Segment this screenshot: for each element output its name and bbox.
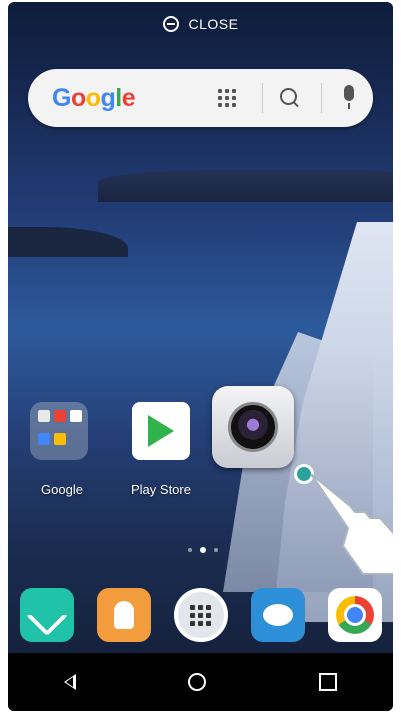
camera-icon — [212, 386, 294, 468]
apps-grid-icon[interactable] — [218, 89, 236, 107]
divider — [321, 83, 322, 113]
page-dot — [214, 548, 218, 552]
microphone-icon[interactable] — [344, 85, 354, 109]
camera-lens — [228, 402, 278, 452]
dock — [8, 580, 393, 650]
google-folder[interactable]: Google — [30, 402, 94, 497]
page-dot — [188, 548, 192, 552]
play-store-app[interactable]: Play Store — [126, 402, 196, 497]
chrome-icon[interactable] — [327, 588, 382, 642]
hand-pointer-icon — [310, 473, 393, 575]
home-icon[interactable] — [188, 673, 207, 691]
phone-icon[interactable] — [19, 588, 74, 642]
search-icon[interactable] — [280, 88, 297, 105]
google-search-widget[interactable]: Google — [28, 69, 373, 127]
close-label: CLOSE — [188, 16, 239, 32]
navigation-bar — [8, 653, 393, 711]
back-icon[interactable] — [64, 674, 77, 690]
wallpaper-ridge — [98, 170, 393, 202]
play-triangle — [148, 415, 174, 447]
page-indicator — [188, 547, 218, 553]
camera-app[interactable] — [212, 386, 294, 468]
close-bar[interactable]: CLOSE — [8, 16, 393, 32]
google-logo: Google — [52, 83, 136, 112]
divider — [262, 83, 263, 113]
app-drawer-icon[interactable] — [173, 588, 228, 642]
close-icon — [162, 16, 179, 32]
wallpaper-island — [8, 227, 128, 257]
app-label: Play Store — [131, 482, 191, 497]
phone-screen: CLOSE Google Google Play Store — [8, 2, 393, 711]
play-store-icon — [132, 402, 190, 460]
app-label: Google — [41, 482, 83, 497]
page-dot-active — [200, 547, 206, 553]
folder-icon — [30, 402, 88, 460]
messages-icon[interactable] — [250, 588, 305, 642]
recent-apps-icon[interactable] — [318, 673, 337, 691]
contacts-icon[interactable] — [96, 588, 151, 642]
